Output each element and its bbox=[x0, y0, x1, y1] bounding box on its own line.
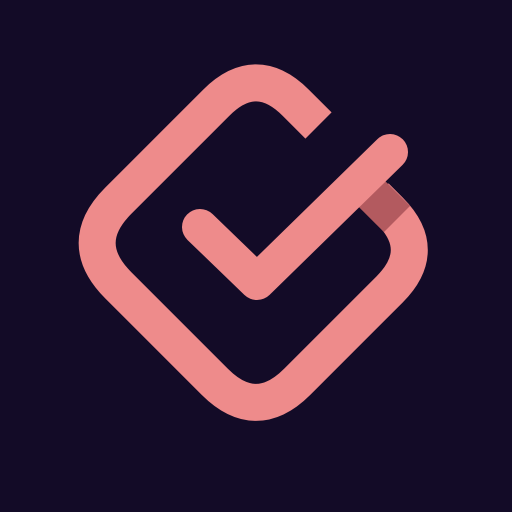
diamond-frame-shape bbox=[78, 64, 428, 421]
checkmark-in-rounded-diamond-icon bbox=[78, 64, 428, 421]
app-icon-canvas bbox=[0, 0, 512, 512]
checkmark-shape bbox=[182, 134, 408, 300]
